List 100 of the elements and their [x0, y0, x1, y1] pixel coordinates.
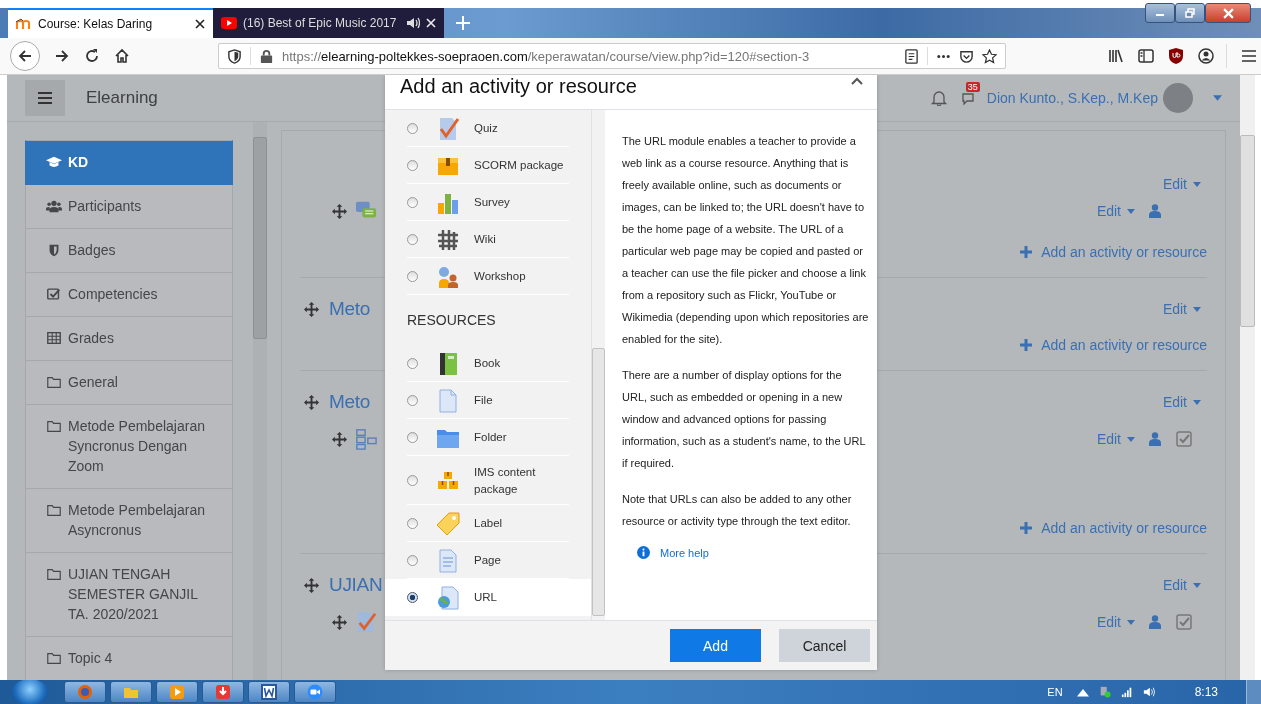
back-button[interactable]	[10, 41, 40, 71]
speaker-icon[interactable]	[1142, 686, 1155, 698]
browser-tab[interactable]: (16) Best of Epic Music 2017	[213, 8, 445, 38]
close-button[interactable]	[1205, 3, 1251, 23]
menu-icon[interactable]	[1241, 48, 1257, 64]
cancel-button[interactable]: Cancel	[779, 629, 870, 662]
move-icon[interactable]	[332, 431, 347, 447]
library-icon[interactable]	[1108, 48, 1124, 64]
module-option[interactable]: URL	[385, 579, 591, 616]
person-icon[interactable]	[1149, 204, 1161, 218]
radio-button[interactable]	[407, 475, 418, 486]
start-button[interactable]	[12, 679, 48, 704]
module-option[interactable]: Survey	[385, 184, 591, 221]
radio-button[interactable]	[407, 197, 418, 208]
language-indicator[interactable]: EN	[1047, 686, 1063, 698]
module-option[interactable]: Workshop	[385, 258, 591, 295]
move-icon[interactable]	[304, 301, 319, 317]
module-option[interactable]: Quiz	[385, 110, 591, 147]
module-option[interactable]: Folder	[385, 419, 591, 456]
close-icon[interactable]	[195, 19, 205, 29]
radio-button[interactable]	[407, 271, 418, 282]
caret-icon[interactable]	[851, 77, 863, 85]
sidebar-item[interactable]: KD	[25, 140, 233, 185]
sidebar-icon[interactable]	[1138, 48, 1154, 64]
sidebar-item[interactable]: Grades	[25, 317, 233, 361]
users-icon	[46, 199, 62, 213]
add-activity-link[interactable]: Add an activity or resource	[1020, 244, 1207, 260]
radio-button[interactable]	[407, 234, 418, 245]
checkbox-icon[interactable]	[1176, 431, 1192, 447]
user-name[interactable]: Dion Kunto., S.Kep., M.Kep	[986, 90, 1158, 106]
home-button[interactable]	[114, 48, 130, 64]
taskbar-app-icon[interactable]	[202, 681, 244, 703]
module-option[interactable]: SCORM package	[385, 147, 591, 184]
add-activity-link[interactable]: Add an activity or resource	[1020, 337, 1207, 353]
scrollbar-thumb[interactable]	[1240, 135, 1255, 327]
restore-icon	[1185, 8, 1195, 18]
sidebar-item[interactable]: Competencies	[25, 273, 233, 317]
shield-icon[interactable]	[227, 48, 242, 64]
account-icon[interactable]	[1198, 48, 1214, 64]
sidebar-item[interactable]: Badges	[25, 229, 233, 273]
lock-icon[interactable]	[259, 48, 274, 64]
radio-button[interactable]	[407, 555, 418, 566]
clock[interactable]: 8:13	[1194, 685, 1218, 699]
checkbox-icon[interactable]	[1176, 614, 1192, 630]
add-activity-link[interactable]: Add an activity or resource	[1020, 520, 1207, 536]
sidebar-item[interactable]: Topic 4	[25, 637, 233, 680]
taskbar-app-icon[interactable]	[110, 681, 152, 703]
module-option[interactable]: Page	[385, 542, 591, 579]
sidebar-item[interactable]: UJIAN TENGAH SEMESTER GANJIL TA. 2020/2021	[25, 553, 233, 637]
person-icon[interactable]	[1149, 615, 1161, 629]
browser-tab[interactable]: Course: Kelas Daring	[8, 8, 213, 38]
module-option[interactable]: Label	[385, 505, 591, 542]
diagram-icon	[355, 428, 377, 450]
flag-icon[interactable]	[1098, 686, 1111, 698]
sidebar-item[interactable]: Metode Pembelajaran Syncronus Dengan Zoom	[25, 405, 233, 489]
menu-button[interactable]	[25, 80, 65, 116]
add-button[interactable]: Add	[670, 629, 761, 662]
scrollbar-thumb[interactable]	[253, 137, 267, 339]
radio-button[interactable]	[407, 358, 418, 369]
reader-view-icon[interactable]	[904, 48, 919, 64]
star-icon[interactable]	[982, 48, 997, 64]
sidebar-item[interactable]: Metode Pembelajaran Asyncronus	[25, 489, 233, 553]
radio-button[interactable]	[407, 592, 418, 603]
radio-button[interactable]	[407, 395, 418, 406]
description-paragraph: There are a number of display options for the URL, such as embedded or opening in a new window and advanced options for passing information, such as a student's name, to the URL if required.	[622, 368, 867, 471]
forward-button[interactable]	[54, 48, 70, 64]
radio-button[interactable]	[407, 160, 418, 171]
person-icon[interactable]	[1149, 432, 1161, 446]
minimize-button[interactable]	[1145, 3, 1175, 23]
module-option[interactable]: Wiki	[385, 221, 591, 258]
taskbar-app-icon[interactable]	[64, 681, 106, 703]
new-tab-button[interactable]	[456, 16, 471, 30]
speaker-icon[interactable]	[406, 17, 421, 29]
taskbar-app-icon[interactable]	[156, 681, 198, 703]
radio-button[interactable]	[407, 518, 418, 529]
taskbar-app-icon[interactable]	[294, 681, 336, 703]
move-icon[interactable]	[304, 394, 319, 410]
taskbar-app-icon[interactable]	[248, 681, 290, 703]
module-option[interactable]: File	[385, 382, 591, 419]
sidebar-item[interactable]: Participants	[25, 185, 233, 229]
module-option[interactable]: Book	[385, 345, 591, 382]
move-icon[interactable]	[332, 203, 347, 219]
pocket-icon[interactable]	[959, 48, 974, 64]
more-help-link[interactable]: More help	[660, 546, 709, 559]
radio-button[interactable]	[407, 123, 418, 134]
module-option[interactable]: IMS content package	[385, 456, 591, 505]
site-name[interactable]: Elearning	[86, 88, 158, 108]
sidebar-item[interactable]: General	[25, 361, 233, 405]
reload-button[interactable]	[84, 48, 100, 64]
bell-icon[interactable]	[930, 90, 947, 106]
close-icon	[1222, 7, 1234, 19]
maximize-button[interactable]	[1175, 3, 1205, 23]
scrollbar-thumb[interactable]	[592, 348, 605, 616]
radio-button[interactable]	[407, 432, 418, 443]
caret-icon	[1193, 399, 1201, 405]
move-icon[interactable]	[304, 577, 319, 593]
signal-icon[interactable]	[1120, 686, 1133, 698]
shield-icon[interactable]	[1168, 48, 1184, 64]
address-bar[interactable]: https://elearning-poltekkes-soepraoen.com/keperawatan/course/view.php?id=120#section-3	[218, 43, 1006, 69]
move-icon[interactable]	[332, 614, 347, 630]
